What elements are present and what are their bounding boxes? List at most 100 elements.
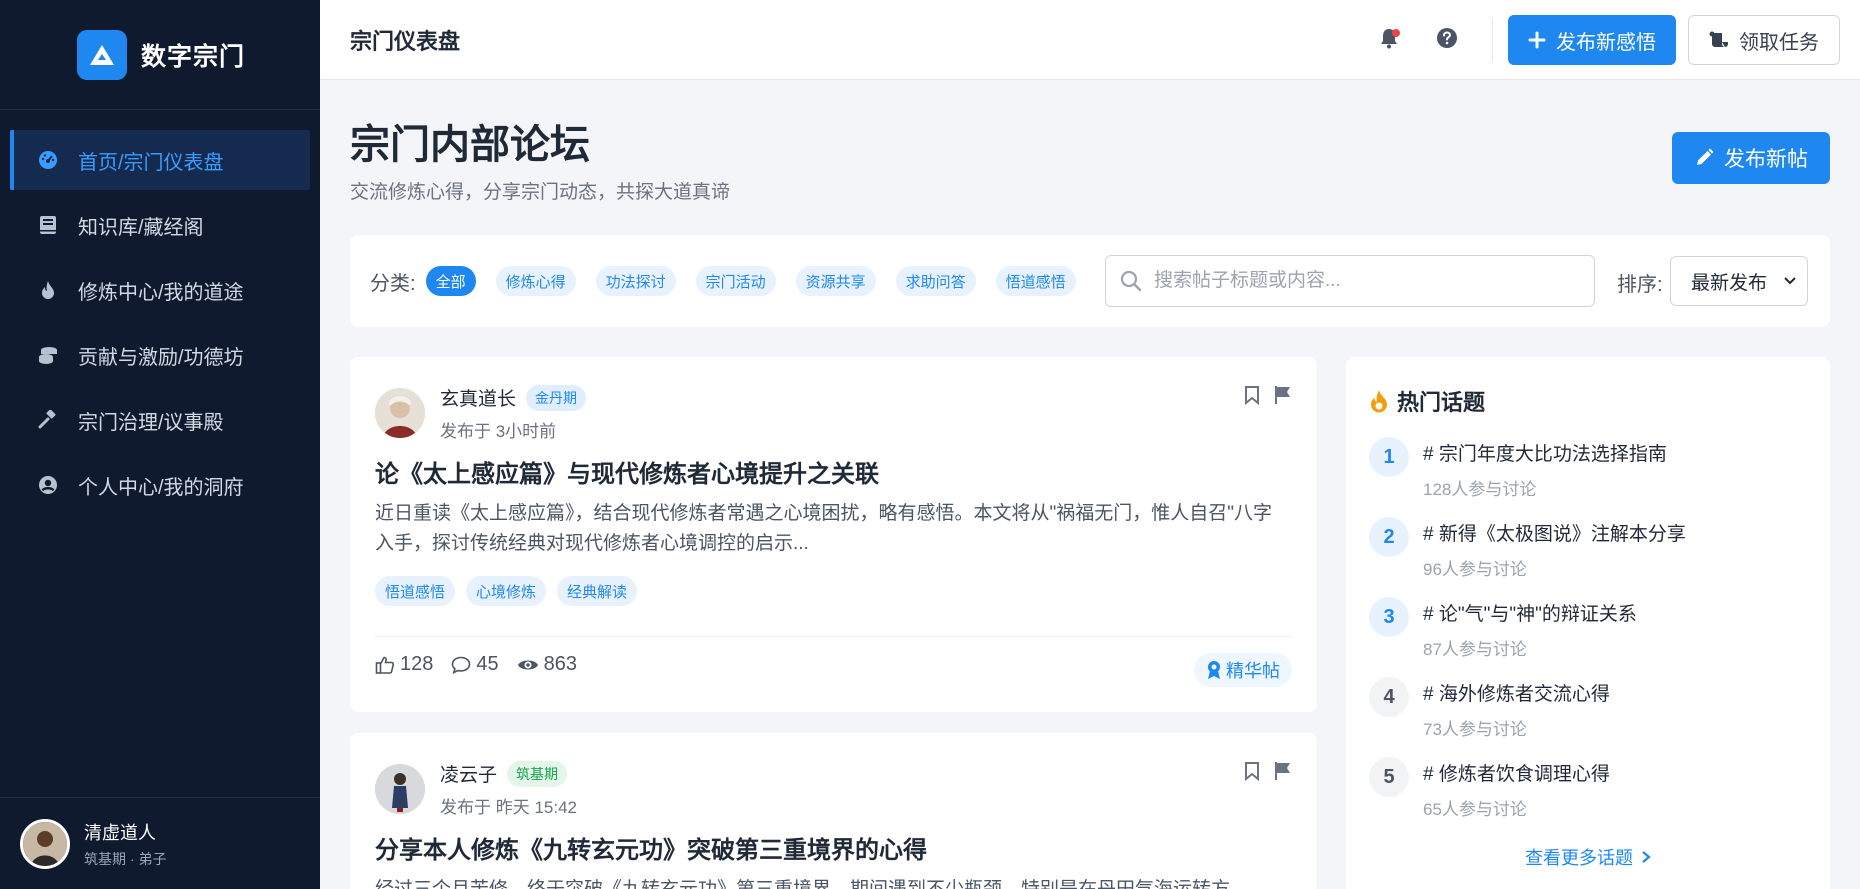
brand-name: 数字宗门 — [141, 42, 246, 71]
flag-icon — [1275, 386, 1290, 404]
profile-rank: 筑基期 · 弟子 — [84, 850, 167, 867]
help-button[interactable] — [1427, 20, 1467, 60]
sort-select[interactable]: 最新发布 — [1670, 256, 1808, 306]
topic-participants: 65人参与讨论 — [1423, 800, 1527, 819]
post-time: 发布于 3小时前 — [440, 422, 557, 441]
topic-name: # 海外修炼者交流心得 — [1423, 684, 1610, 705]
avatar — [375, 764, 425, 814]
category-chip-resources[interactable]: 资源共享 — [795, 266, 876, 296]
search-box[interactable] — [1105, 255, 1595, 307]
notification-dot — [1392, 29, 1400, 37]
flame-icon — [36, 278, 60, 302]
divider — [1492, 19, 1493, 61]
comment-count: 45 — [476, 653, 499, 675]
hot-topic-item[interactable]: 2 # 新得《太极图说》注解本分享 96人参与讨论 — [1369, 517, 1686, 580]
topic-rank: 2 — [1369, 517, 1409, 557]
claim-task-button[interactable]: 领取任务 — [1688, 15, 1840, 65]
top-bar: 宗门仪表盘 发布新感悟 领取任务 — [320, 0, 1860, 80]
featured-badge: 精华帖 — [1194, 653, 1292, 687]
rank-badge: 金丹期 — [526, 384, 587, 411]
report-button[interactable] — [1274, 761, 1292, 781]
notifications-button[interactable] — [1369, 20, 1409, 60]
post-tag[interactable]: 悟道感悟 — [375, 576, 456, 606]
publish-insight-label: 发布新感悟 — [1556, 31, 1656, 54]
chevron-down-icon — [1784, 277, 1796, 285]
post-author[interactable]: 玄真道长 — [440, 384, 516, 411]
post-card[interactable]: 凌云子 筑基期 发布于 昨天 15:42 分享本人修炼《九转玄元功》突破第三重境… — [350, 733, 1317, 889]
post-title[interactable]: 分享本人修炼《九转玄元功》突破第三重境界的心得 — [375, 830, 1295, 865]
search-icon — [1120, 270, 1142, 292]
search-input[interactable] — [1154, 270, 1574, 292]
hot-topics-panel: 热门话题 1 # 宗门年度大比功法选择指南 128人参与讨论 2 # 新得《太极… — [1346, 357, 1830, 889]
post-excerpt: 经过三个月苦修，终于突破《九转玄元功》第三重境界，期间遇到不少瓶颈，特别是在丹田… — [375, 875, 1285, 889]
new-post-button[interactable]: 发布新帖 — [1672, 132, 1830, 184]
category-label: 分类: — [370, 272, 416, 295]
post-excerpt: 近日重读《太上感应篇》，结合现代修炼者常遇之心境困扰，略有感悟。本文将从"祸福无… — [375, 503, 1272, 554]
chevron-right-icon — [1642, 851, 1651, 863]
plus-icon — [1528, 31, 1546, 49]
sidebar-item-governance[interactable]: 宗门治理/议事殿 — [10, 390, 310, 450]
post-card[interactable]: 玄真道长 金丹期 发布于 3小时前 论《太上感应篇》与现代修炼者心境提升之关联 … — [350, 357, 1317, 712]
publish-insight-button[interactable]: 发布新感悟 — [1508, 15, 1676, 65]
hot-topic-item[interactable]: 5 # 修炼者饮食调理心得 65人参与讨论 — [1369, 757, 1610, 820]
new-post-label: 发布新帖 — [1724, 148, 1808, 171]
bookmark-icon — [1245, 386, 1259, 405]
sidebar-item-cultivation[interactable]: 修炼中心/我的道途 — [10, 260, 310, 320]
post-time: 发布于 昨天 15:42 — [440, 798, 577, 817]
topic-rank: 4 — [1369, 677, 1409, 717]
category-chip-enlightenment[interactable]: 悟道感悟 — [995, 266, 1076, 296]
user-profile[interactable]: 清虚道人 筑基期 · 弟子 — [0, 797, 320, 889]
topic-participants: 87人参与讨论 — [1423, 640, 1527, 659]
award-icon — [1208, 661, 1220, 679]
sidebar-item-label: 个人中心/我的洞府 — [78, 476, 244, 499]
bookmark-button[interactable] — [1244, 385, 1260, 405]
sidebar-item-label: 知识库/藏经阁 — [78, 216, 204, 239]
page-title: 宗门内部论坛 — [350, 123, 590, 167]
like-count: 128 — [400, 653, 434, 675]
post-tag[interactable]: 经典解读 — [557, 576, 638, 606]
category-chip-help[interactable]: 求助问答 — [895, 266, 976, 296]
mountain-logo-icon — [77, 29, 127, 80]
topic-participants: 73人参与讨论 — [1423, 720, 1527, 739]
category-chip-events[interactable]: 宗门活动 — [695, 266, 776, 296]
divider — [375, 636, 1292, 637]
profile-name: 清虚道人 — [84, 822, 156, 843]
sidebar: 数字宗门 首页/宗门仪表盘 知识库/藏经阁 修炼中心/我的道途 贡献与激励/功德… — [0, 0, 320, 889]
like-button[interactable]: 128 — [375, 653, 433, 676]
bookmark-button[interactable] — [1244, 761, 1260, 781]
sidebar-item-dashboard[interactable]: 首页/宗门仪表盘 — [10, 130, 310, 190]
page-breadcrumb-title: 宗门仪表盘 — [350, 28, 461, 54]
category-chip-all[interactable]: 全部 — [425, 266, 476, 296]
topic-rank: 3 — [1369, 597, 1409, 637]
post-title[interactable]: 论《太上感应篇》与现代修炼者心境提升之关联 — [375, 454, 1295, 489]
avatar — [375, 388, 425, 438]
sidebar-item-contribution[interactable]: 贡献与激励/功德坊 — [10, 325, 310, 385]
topic-participants: 96人参与讨论 — [1423, 560, 1527, 579]
dashboard-gauge-icon — [36, 148, 60, 172]
page-subtitle: 交流修炼心得，分享宗门动态，共探大道真谛 — [350, 182, 731, 203]
post-tag[interactable]: 心境修炼 — [466, 576, 547, 606]
sidebar-item-label: 贡献与激励/功德坊 — [78, 346, 244, 369]
sidebar-item-label: 修炼中心/我的道途 — [78, 281, 244, 304]
featured-label: 精华帖 — [1226, 661, 1280, 681]
comment-button[interactable]: 45 — [451, 653, 499, 676]
hot-topic-item[interactable]: 3 # 论"气"与"神"的辩证关系 87人参与讨论 — [1369, 597, 1637, 660]
hot-topic-item[interactable]: 4 # 海外修炼者交流心得 73人参与讨论 — [1369, 677, 1610, 740]
bookmark-icon — [1245, 762, 1259, 781]
category-chip-cultivation[interactable]: 修炼心得 — [495, 266, 576, 296]
topic-rank: 1 — [1369, 437, 1409, 477]
sidebar-item-label: 首页/宗门仪表盘 — [78, 151, 224, 174]
topic-participants: 128人参与讨论 — [1423, 480, 1537, 499]
category-chip-technique[interactable]: 功法探讨 — [595, 266, 676, 296]
user-circle-icon — [36, 473, 60, 497]
report-button[interactable] — [1274, 385, 1292, 405]
more-topics-link[interactable]: 查看更多话题 — [1346, 844, 1830, 870]
post-author[interactable]: 凌云子 — [440, 760, 497, 787]
coins-icon — [36, 343, 60, 367]
brand[interactable]: 数字宗门 — [0, 0, 320, 110]
topic-name: # 宗门年度大比功法选择指南 — [1423, 444, 1667, 465]
hot-topic-item[interactable]: 1 # 宗门年度大比功法选择指南 128人参与讨论 — [1369, 437, 1667, 500]
sidebar-item-profile[interactable]: 个人中心/我的洞府 — [10, 455, 310, 515]
filter-bar: 分类: 全部 修炼心得 功法探讨 宗门活动 资源共享 求助问答 悟道感悟 排序:… — [350, 235, 1830, 327]
sidebar-item-library[interactable]: 知识库/藏经阁 — [10, 195, 310, 255]
